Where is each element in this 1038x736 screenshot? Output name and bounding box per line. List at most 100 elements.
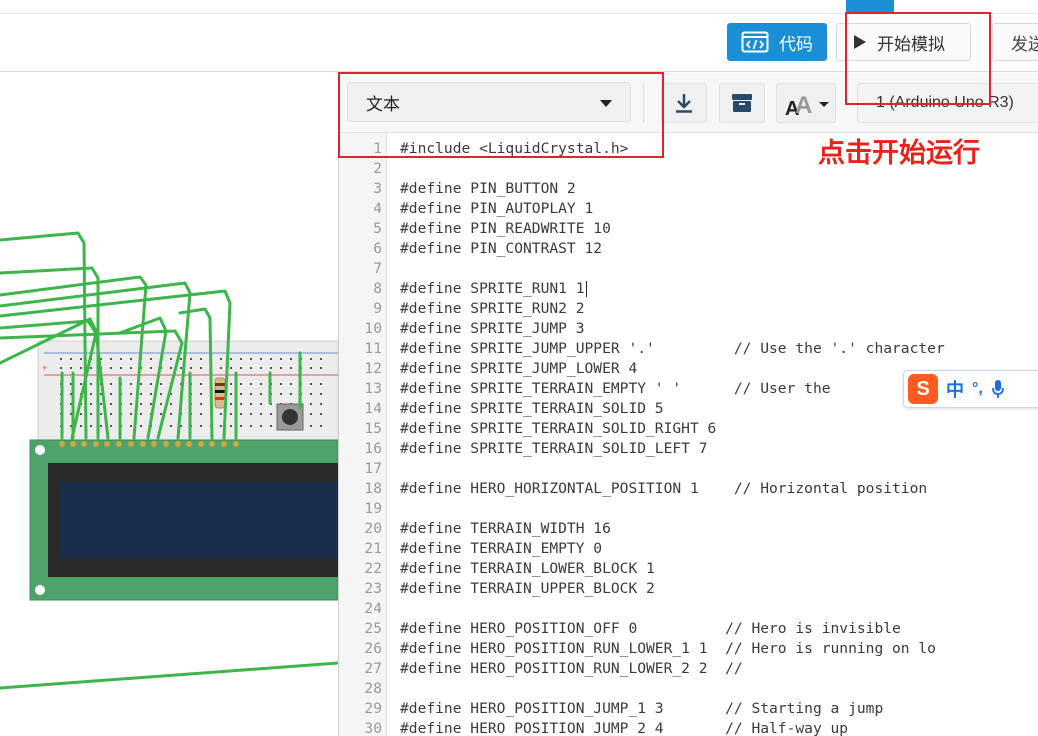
line-number: 21 xyxy=(364,540,382,557)
line-number: 19 xyxy=(364,500,382,517)
code-text: #define TERRAIN_LOWER_BLOCK 1 xyxy=(400,560,655,577)
code-line[interactable]: 10 #define SPRITE_JUMP 3 xyxy=(339,319,1038,339)
ime-punctuation-indicator[interactable]: °, xyxy=(972,380,983,398)
code-text-area[interactable]: 1 #include <LiquidCrystal.h> 2 3 #define PIN… xyxy=(339,139,1038,736)
code-text: #define SPRITE_RUN1 1 xyxy=(400,280,587,297)
library-button[interactable] xyxy=(719,83,765,123)
circuit-diagram[interactable]: + xyxy=(0,73,338,736)
code-line[interactable]: 6 #define PIN_CONTRAST 12 xyxy=(339,239,1038,259)
device-select[interactable]: 1 (Arduino Uno R3) xyxy=(857,83,1038,123)
code-text: #define PIN_BUTTON 2 xyxy=(400,180,576,197)
code-line[interactable]: 23 #define TERRAIN_UPPER_BLOCK 2 xyxy=(339,579,1038,599)
code-line[interactable]: 28 xyxy=(339,679,1038,699)
code-line[interactable]: 17 xyxy=(339,459,1038,479)
active-tab-indicator xyxy=(846,0,894,12)
code-line[interactable]: 8 #define SPRITE_RUN1 1 xyxy=(339,279,1038,299)
line-number: 12 xyxy=(364,360,382,377)
code-text: #define SPRITE_RUN2 2 xyxy=(400,300,585,317)
code-line[interactable]: 5 #define PIN_READWRITE 10 xyxy=(339,219,1038,239)
play-icon xyxy=(854,35,866,49)
code-text: #define TERRAIN_UPPER_BLOCK 2 xyxy=(400,580,655,597)
device-select-value: 1 (Arduino Uno R3) xyxy=(876,94,1014,111)
code-line[interactable]: 20 #define TERRAIN_WIDTH 16 xyxy=(339,519,1038,539)
code-line[interactable]: 18 #define HERO_HORIZONTAL_POSITION 1 // … xyxy=(339,479,1038,499)
main-toolbar: 代码 开始模拟 发送 xyxy=(0,14,1038,72)
code-text: #include <LiquidCrystal.h> xyxy=(400,140,629,157)
send-button-label: 发送 xyxy=(1011,34,1038,54)
start-simulation-button[interactable]: 开始模拟 xyxy=(836,23,971,61)
code-line[interactable]: 3 #define PIN_BUTTON 2 xyxy=(339,179,1038,199)
line-number: 26 xyxy=(364,640,382,657)
download-button[interactable] xyxy=(661,83,707,123)
code-text: #define PIN_CONTRAST 12 xyxy=(400,240,603,257)
code-text: #define SPRITE_JUMP 3 xyxy=(400,320,585,337)
line-number: 17 xyxy=(364,460,382,477)
ime-mode-indicator[interactable]: 中 xyxy=(946,376,964,402)
code-line[interactable]: 7 xyxy=(339,259,1038,279)
font-size-button[interactable]: A A xyxy=(776,83,836,123)
line-number: 1 xyxy=(373,140,382,157)
toolbar-divider xyxy=(643,83,644,123)
code-line[interactable]: 15 #define SPRITE_TERRAIN_SOLID_RIGHT 6 xyxy=(339,419,1038,439)
text-cursor xyxy=(585,281,587,297)
line-number: 27 xyxy=(364,660,382,677)
line-number: 7 xyxy=(373,260,382,277)
code-icon xyxy=(741,31,769,53)
code-line[interactable]: 27 #define HERO_POSITION_RUN_LOWER_2 2 // xyxy=(339,659,1038,679)
line-number: 28 xyxy=(364,680,382,697)
line-number: 16 xyxy=(364,440,382,457)
code-line[interactable]: 24 xyxy=(339,599,1038,619)
code-text: #define HERO_POSITION_RUN_LOWER_2 2 // xyxy=(400,660,743,677)
line-number: 5 xyxy=(373,220,382,237)
code-line[interactable]: 21 #define TERRAIN_EMPTY 0 xyxy=(339,539,1038,559)
code-line[interactable]: 29 #define HERO_POSITION_JUMP_1 3 // Star… xyxy=(339,699,1038,719)
line-number: 6 xyxy=(373,240,382,257)
code-line[interactable]: 26 #define HERO_POSITION_RUN_LOWER_1 1 //… xyxy=(339,639,1038,659)
line-number: 15 xyxy=(364,420,382,437)
code-text: #define SPRITE_JUMP_UPPER '.' // Use the… xyxy=(400,340,945,357)
code-line[interactable]: 25 #define HERO_POSITION_OFF 0 // Hero is… xyxy=(339,619,1038,639)
start-simulation-label: 开始模拟 xyxy=(877,34,945,54)
lcd-display[interactable] xyxy=(29,439,338,601)
code-button[interactable]: 代码 xyxy=(727,23,827,61)
top-strip xyxy=(0,0,1038,14)
code-line[interactable]: 30 #define HERO_POSITION_JUMP_2 4 // Half… xyxy=(339,719,1038,736)
circuit-canvas[interactable]: + xyxy=(0,73,338,736)
code-line[interactable]: 16 #define SPRITE_TERRAIN_SOLID_LEFT 7 xyxy=(339,439,1038,459)
line-number: 22 xyxy=(364,560,382,577)
editor-mode-select[interactable]: 文本 xyxy=(347,82,631,122)
line-number: 30 xyxy=(364,720,382,736)
code-text: #define SPRITE_TERRAIN_SOLID_LEFT 7 xyxy=(400,440,708,457)
editor-mode-value: 文本 xyxy=(366,94,400,114)
annotation-text: 点击开始运行 xyxy=(818,138,980,168)
code-line[interactable]: 19 xyxy=(339,499,1038,519)
code-line[interactable]: 22 #define TERRAIN_LOWER_BLOCK 1 xyxy=(339,559,1038,579)
code-text: #define SPRITE_TERRAIN_EMPTY ' ' // User… xyxy=(400,380,831,397)
line-number: 11 xyxy=(364,340,382,357)
chevron-down-icon xyxy=(600,100,612,107)
microphone-icon[interactable] xyxy=(991,379,1005,399)
code-text: #define TERRAIN_EMPTY 0 xyxy=(400,540,603,557)
line-number: 23 xyxy=(364,580,382,597)
editor-toolbar: 文本 A A 1 (Arduino Uno R3) xyxy=(339,73,1038,133)
code-button-label: 代码 xyxy=(779,34,813,54)
line-number: 2 xyxy=(373,160,382,177)
line-number: 24 xyxy=(364,600,382,617)
line-number: 25 xyxy=(364,620,382,637)
code-line[interactable]: 9 #define SPRITE_RUN2 2 xyxy=(339,299,1038,319)
archive-box-icon xyxy=(732,94,752,112)
code-line[interactable]: 11 #define SPRITE_JUMP_UPPER '.' // Use t… xyxy=(339,339,1038,359)
code-text: #define HERO_POSITION_RUN_LOWER_1 1 // H… xyxy=(400,640,936,657)
download-icon xyxy=(676,94,692,113)
send-button[interactable]: 发送 xyxy=(992,23,1038,61)
code-line[interactable]: 4 #define PIN_AUTOPLAY 1 xyxy=(339,199,1038,219)
code-text: #define SPRITE_TERRAIN_SOLID_RIGHT 6 xyxy=(400,420,717,437)
font-size-icon: A A xyxy=(785,92,829,120)
resistor[interactable] xyxy=(214,377,226,409)
line-number: 14 xyxy=(364,400,382,417)
ime-toolbar[interactable]: S 中 °, xyxy=(903,370,1038,408)
line-number: 8 xyxy=(373,280,382,297)
line-number: 20 xyxy=(364,520,382,537)
code-text: #define PIN_READWRITE 10 xyxy=(400,220,611,237)
line-number: 3 xyxy=(373,180,382,197)
